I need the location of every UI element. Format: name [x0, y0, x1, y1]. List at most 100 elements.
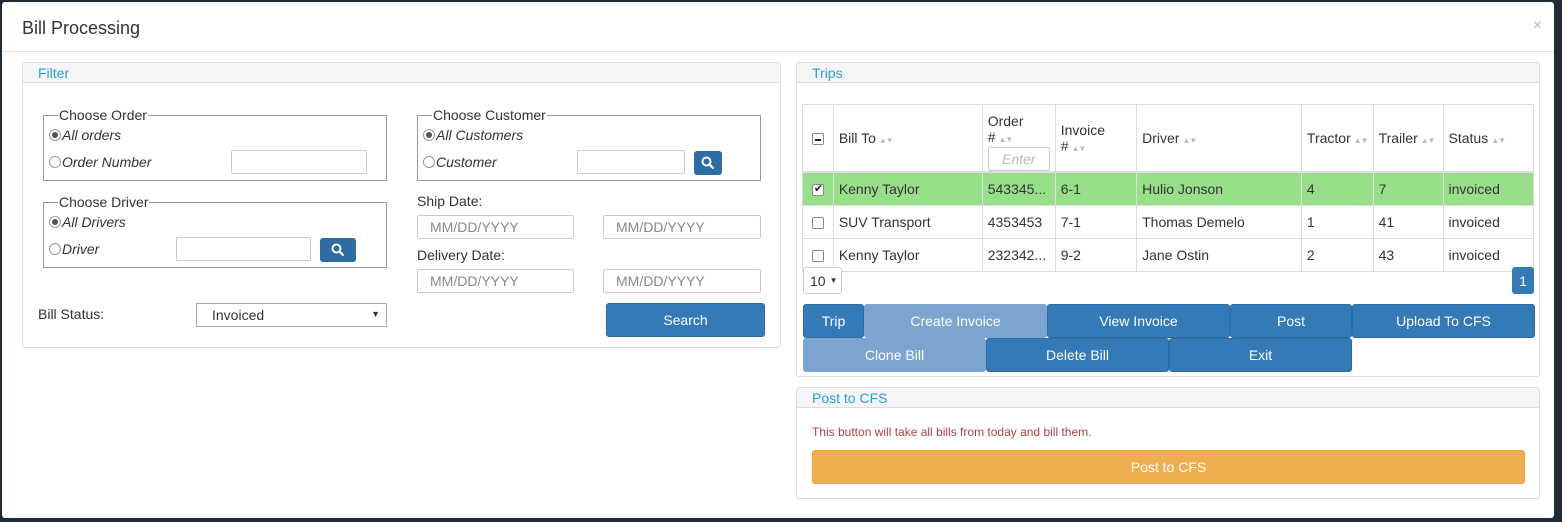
sort-icon[interactable]: ▲▼ [999, 135, 1014, 144]
cell-invoice: 9-2 [1054, 237, 1138, 272]
row-select-cell[interactable] [802, 171, 834, 206]
cell-tractor: 1 [1300, 204, 1374, 239]
bill-status-select[interactable]: Invoiced ▼ [196, 303, 387, 327]
table-row[interactable]: Kenny Taylor 232342... 9-2 Jane Ostin 2 … [802, 237, 1534, 272]
col-order[interactable]: Order # ▲▼ Enter [981, 104, 1056, 173]
delivery-date-to-input[interactable]: MM/DD/YYYY [603, 269, 761, 293]
col-bill-to[interactable]: Bill To ▲▼ [832, 104, 983, 173]
row-checkbox[interactable] [811, 249, 824, 262]
all-customers-radio[interactable]: All Customers [423, 127, 523, 143]
row-checkbox[interactable] [811, 216, 824, 229]
post-to-cfs-button[interactable]: Post to CFS [812, 450, 1525, 484]
cell-driver: Jane Ostin [1136, 237, 1302, 272]
view-invoice-button[interactable]: View Invoice [1047, 304, 1230, 338]
col-label: Status [1448, 130, 1489, 146]
all-orders-label: All orders [62, 127, 122, 143]
radio-icon[interactable] [49, 129, 61, 141]
row-checkbox[interactable] [811, 182, 824, 197]
col-invoice[interactable]: Invoice # ▲▼ [1054, 104, 1138, 173]
col-driver[interactable]: Driver ▲▼ [1136, 104, 1302, 173]
cell-status: invoiced [1442, 204, 1534, 239]
col-label: Bill To [838, 130, 876, 146]
all-customers-label: All Customers [436, 127, 524, 143]
clone-bill-button[interactable]: Clone Bill [803, 338, 986, 372]
all-orders-radio[interactable]: All orders [49, 127, 121, 143]
cell-tractor: 4 [1300, 171, 1374, 206]
trips-panel: Trips Bill To ▲▼ Order # ▲▼ Enter Invoice … [796, 62, 1540, 377]
cell-trailer: 7 [1372, 171, 1444, 206]
sort-icon[interactable]: ▲▼ [1491, 136, 1506, 145]
order-filter-input[interactable]: Enter [987, 147, 1050, 171]
choose-customer-legend: Choose Customer [433, 107, 546, 123]
ship-date-to-input[interactable]: MM/DD/YYYY [603, 215, 761, 239]
cell-trailer: 41 [1372, 204, 1444, 239]
page-size-select[interactable]: 10 ▼ [803, 267, 842, 294]
create-invoice-button[interactable]: Create Invoice [864, 304, 1047, 338]
customer-radio[interactable]: Customer [423, 154, 497, 170]
driver-input[interactable] [176, 237, 311, 261]
ship-date-from-input[interactable]: MM/DD/YYYY [417, 215, 574, 239]
sort-icon[interactable]: ▲▼ [1072, 144, 1087, 153]
cell-tractor: 2 [1300, 237, 1374, 272]
select-all-checkbox[interactable] [811, 133, 824, 146]
close-icon[interactable]: × [1533, 17, 1542, 35]
driver-label: Driver [62, 241, 100, 257]
bill-status-value: Invoiced [212, 307, 265, 323]
cell-invoice: 7-1 [1054, 204, 1138, 239]
table-row[interactable]: SUV Transport 4353453 7-1 Thomas Demelo … [802, 204, 1534, 239]
table-row[interactable]: Kenny Taylor 543345... 6-1 Hulio Jonson … [802, 171, 1534, 206]
col-status[interactable]: Status ▲▼ [1442, 104, 1534, 173]
driver-radio[interactable]: Driver [49, 241, 99, 257]
all-drivers-radio[interactable]: All Drivers [49, 214, 126, 230]
sort-icon[interactable]: ▲▼ [879, 136, 894, 145]
customer-label: Customer [436, 154, 497, 170]
post-cfs-heading: Post to CFS [797, 388, 1539, 408]
modal-header: Bill Processing × [2, 2, 1554, 52]
trip-button[interactable]: Trip [803, 304, 864, 338]
sort-icon[interactable]: ▲▼ [1354, 136, 1369, 145]
post-cfs-note: This button will take all bills from tod… [812, 425, 1092, 439]
choose-driver-legend: Choose Driver [59, 194, 149, 210]
radio-icon[interactable] [423, 156, 435, 168]
order-number-radio[interactable]: Order Number [49, 154, 151, 170]
pagination-page-1[interactable]: 1 [1512, 267, 1534, 294]
cell-driver: Thomas Demelo [1136, 204, 1302, 239]
cell-bill-to: SUV Transport [832, 204, 983, 239]
radio-icon[interactable] [49, 216, 61, 228]
delete-bill-button[interactable]: Delete Bill [986, 338, 1169, 372]
col-tractor[interactable]: Tractor ▲▼ [1300, 104, 1374, 173]
ship-date-label: Ship Date: [417, 193, 483, 209]
bill-status-label: Bill Status: [38, 306, 105, 322]
order-number-label: Order Number [62, 154, 152, 170]
cell-bill-to: Kenny Taylor [832, 237, 983, 272]
caret-down-icon: ▼ [829, 276, 838, 285]
row-select-cell[interactable] [802, 204, 834, 239]
cell-status: invoiced [1442, 171, 1534, 206]
search-button[interactable]: Search [606, 303, 765, 337]
table-header-row: Bill To ▲▼ Order # ▲▼ Enter Invoice # ▲▼ Dr… [802, 104, 1534, 173]
customer-input[interactable] [577, 150, 685, 174]
radio-icon[interactable] [49, 243, 61, 255]
page-size-value: 10 [810, 272, 826, 289]
radio-icon[interactable] [423, 129, 435, 141]
exit-button[interactable]: Exit [1169, 338, 1352, 372]
upload-cfs-button[interactable]: Upload To CFS [1352, 304, 1535, 338]
sort-icon[interactable]: ▲▼ [1182, 136, 1197, 145]
cell-order: 232342... [981, 237, 1056, 272]
col-trailer[interactable]: Trailer ▲▼ [1372, 104, 1444, 173]
filter-heading: Filter [23, 63, 780, 83]
cell-invoice: 6-1 [1054, 171, 1138, 206]
order-number-input[interactable] [231, 150, 367, 174]
select-all-cell[interactable] [802, 104, 834, 173]
bill-processing-modal: Bill Processing × Filter Choose Order Al… [2, 2, 1554, 518]
sort-icon[interactable]: ▲▼ [1421, 136, 1436, 145]
col-label: Trailer [1378, 130, 1418, 146]
search-icon [331, 243, 345, 257]
delivery-date-from-input[interactable]: MM/DD/YYYY [417, 269, 574, 293]
driver-search-button[interactable] [320, 238, 356, 262]
customer-search-button[interactable] [694, 151, 722, 175]
cell-driver: Hulio Jonson [1136, 171, 1302, 206]
radio-icon[interactable] [49, 156, 61, 168]
post-button[interactable]: Post [1230, 304, 1352, 338]
choose-order-legend: Choose Order [59, 107, 147, 123]
